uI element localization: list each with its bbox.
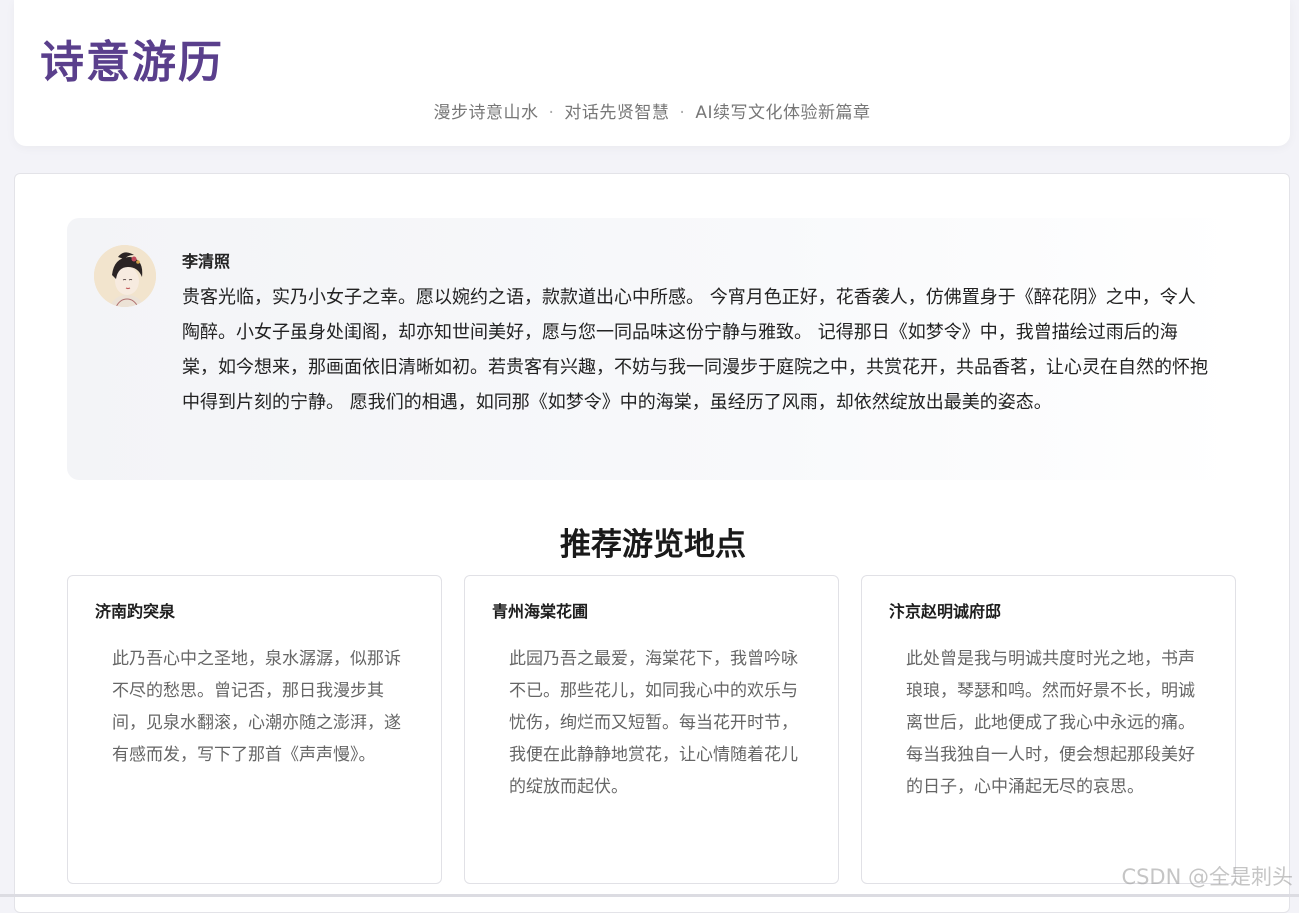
- place-description: 此乃吾心中之圣地，泉水潺潺，似那诉不尽的愁思。曾记否，那日我漫步其间，见泉水翻滚…: [112, 643, 408, 771]
- place-card[interactable]: 汴京赵明诚府邸 此处曾是我与明诚共度时光之地，书声琅琅，琴瑟和鸣。然而好景不长，…: [861, 575, 1236, 884]
- place-name: 青州海棠花圃: [492, 598, 588, 622]
- tagline-item-1: 漫步诗意山水: [434, 103, 539, 123]
- poet-message-card: 李清照 贵客光临，实乃小女子之幸。愿以婉约之语，款款道出心中所感。 今宵月色正好…: [67, 218, 1237, 480]
- site-header: 诗意游历 漫步诗意山水 · 对话先贤智慧 · AI续写文化体验新篇章: [14, 0, 1290, 146]
- tagline-separator: ·: [549, 103, 555, 123]
- place-name: 汴京赵明诚府邸: [889, 598, 1001, 622]
- poet-message-text: 贵客光临，实乃小女子之幸。愿以婉约之语，款款道出心中所感。 今宵月色正好，花香袭…: [182, 280, 1212, 420]
- place-name: 济南趵突泉: [95, 598, 175, 622]
- tagline-item-3: AI续写文化体验新篇章: [695, 103, 870, 123]
- poet-portrait-icon: [94, 245, 156, 307]
- csdn-watermark: CSDN @全是刺头: [1121, 861, 1293, 891]
- place-card[interactable]: 青州海棠花圃 此园乃吾之最爱，海棠花下，我曾吟咏不已。那些花儿，如同我心中的欢乐…: [464, 575, 839, 884]
- main-content: 李清照 贵客光临，实乃小女子之幸。愿以婉约之语，款款道出心中所感。 今宵月色正好…: [14, 173, 1290, 913]
- poet-name: 李清照: [182, 248, 230, 272]
- tagline-separator: ·: [679, 103, 685, 123]
- site-tagline: 漫步诗意山水 · 对话先贤智慧 · AI续写文化体验新篇章: [14, 98, 1290, 123]
- place-card[interactable]: 济南趵突泉 此乃吾心中之圣地，泉水潺潺，似那诉不尽的愁思。曾记否，那日我漫步其间…: [67, 575, 442, 884]
- site-title: 诗意游历: [40, 26, 224, 90]
- poet-avatar: [94, 245, 156, 307]
- place-description: 此处曾是我与明诚共度时光之地，书声琅琅，琴瑟和鸣。然而好景不长，明诚离世后，此地…: [906, 643, 1202, 803]
- place-description: 此园乃吾之最爱，海棠花下，我曾吟咏不已。那些花儿，如同我心中的欢乐与忧伤，绚烂而…: [509, 643, 805, 803]
- recommend-section-title: 推荐游览地点: [15, 519, 1291, 564]
- tagline-item-2: 对话先贤智慧: [564, 103, 669, 123]
